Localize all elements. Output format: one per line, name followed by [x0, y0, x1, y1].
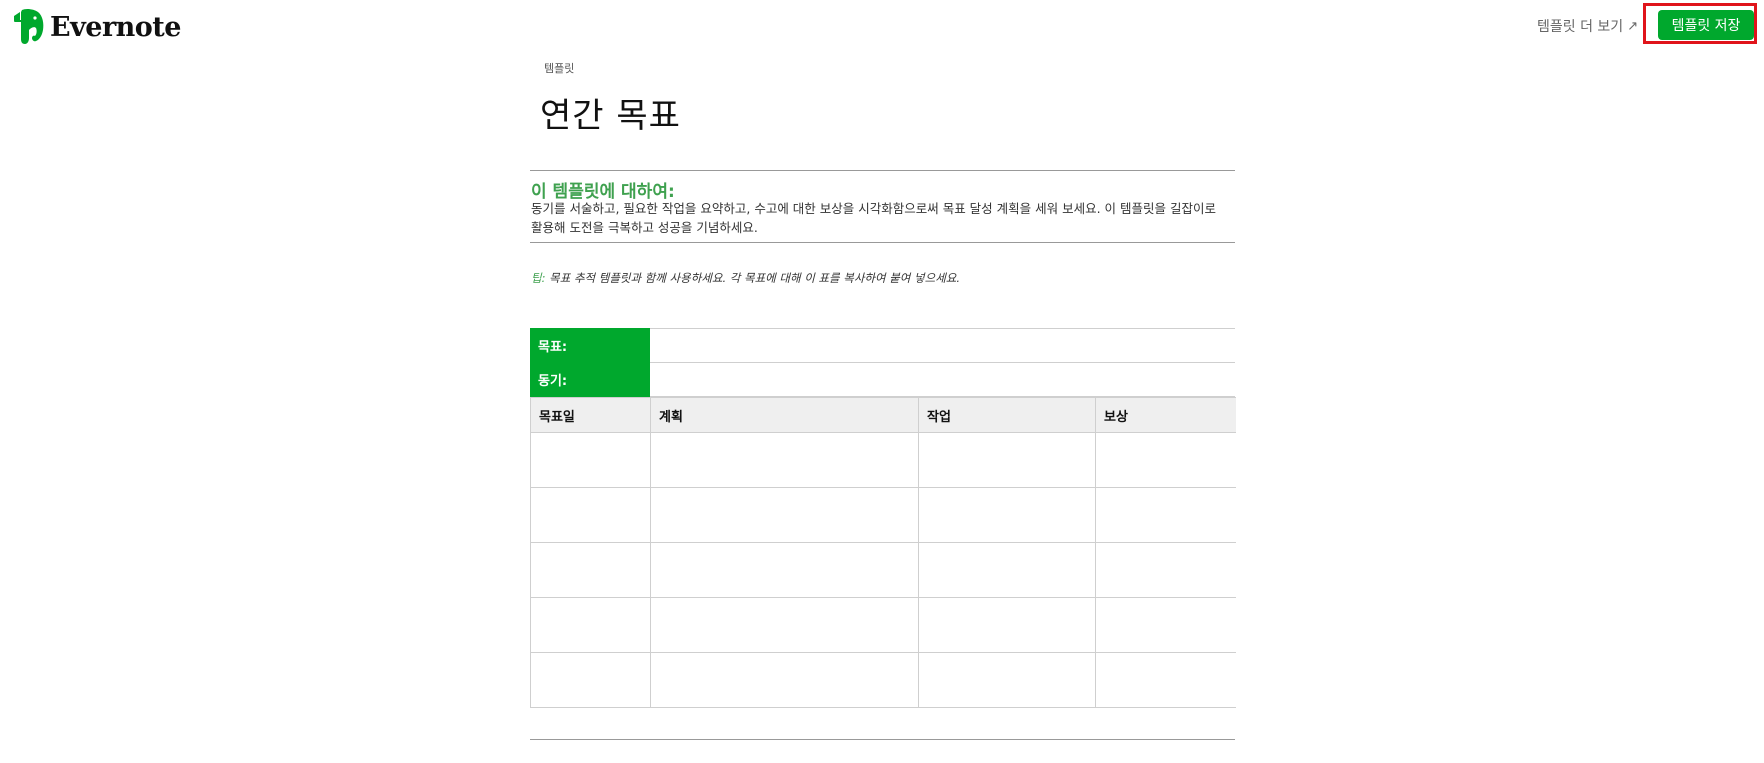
external-link-icon: ↗ [1627, 18, 1639, 34]
logo-text: Evernote [50, 11, 181, 43]
plan-cell[interactable] [650, 542, 919, 598]
target-date-cell[interactable] [530, 597, 651, 653]
table-row [530, 432, 1236, 488]
plan-cell[interactable] [650, 432, 919, 488]
reward-cell[interactable] [1095, 652, 1236, 708]
task-cell[interactable] [918, 432, 1096, 488]
divider-bottom [530, 739, 1235, 740]
target-date-cell[interactable] [530, 652, 651, 708]
page-title: 연간 목표 [540, 96, 681, 136]
target-date-cell[interactable] [530, 432, 651, 488]
task-cell[interactable] [918, 487, 1096, 543]
tip-text: 팁: 목표 추적 템플릿과 함께 사용하세요. 각 목표에 대해 이 표를 복사… [531, 270, 960, 286]
target-date-cell[interactable] [530, 542, 651, 598]
reward-cell[interactable] [1095, 487, 1236, 543]
motivation-label: 동기: [530, 362, 650, 397]
column-header-reward: 보상 [1095, 397, 1236, 433]
divider-about [530, 242, 1235, 243]
divider-top [530, 170, 1235, 171]
template-page: Evernote 템플릿 더 보기 ↗ 템플릿 저장 템플릿 연간 목표 이 템… [0, 0, 1764, 763]
tip-body: 목표 추적 템플릿과 함께 사용하세요. 각 목표에 대해 이 표를 복사하여 … [545, 271, 961, 285]
task-cell[interactable] [918, 597, 1096, 653]
evernote-logo[interactable]: Evernote [12, 8, 181, 46]
about-body: 동기를 서술하고, 필요한 작업을 요약하고, 수고에 대한 보상을 시각화함으… [531, 201, 1216, 235]
goal-label: 목표: [530, 328, 650, 363]
plan-cell[interactable] [650, 487, 919, 543]
plan-table-body [530, 432, 1236, 708]
column-header-task: 작업 [918, 397, 1096, 433]
motivation-row: 동기: [530, 362, 1235, 397]
plan-cell[interactable] [650, 597, 919, 653]
goal-row: 목표: [530, 328, 1235, 363]
tip-label: 팁: [531, 271, 546, 285]
column-header-plan: 계획 [650, 397, 919, 433]
goal-table: 목표: 동기: [530, 328, 1235, 397]
table-row [530, 542, 1236, 598]
plan-cell[interactable] [650, 652, 919, 708]
elephant-logo-icon [14, 8, 44, 45]
save-template-button[interactable]: 템플릿 저장 [1658, 10, 1754, 40]
plan-table: 목표일 계획 작업 보상 [530, 397, 1236, 708]
motivation-value-cell[interactable] [650, 362, 1235, 397]
more-templates-link[interactable]: 템플릿 더 보기 ↗ [1537, 16, 1638, 36]
target-date-cell[interactable] [530, 487, 651, 543]
goal-value-cell[interactable] [650, 328, 1235, 363]
reward-cell[interactable] [1095, 597, 1236, 653]
plan-header-row: 목표일 계획 작업 보상 [530, 397, 1236, 433]
table-row [530, 487, 1236, 543]
column-header-target-date: 목표일 [530, 397, 651, 433]
breadcrumb: 템플릿 [544, 62, 575, 75]
task-cell[interactable] [918, 542, 1096, 598]
reward-cell[interactable] [1095, 432, 1236, 488]
table-row [530, 652, 1236, 708]
table-row [530, 597, 1236, 653]
reward-cell[interactable] [1095, 542, 1236, 598]
task-cell[interactable] [918, 652, 1096, 708]
more-templates-label: 템플릿 더 보기 [1537, 19, 1624, 35]
